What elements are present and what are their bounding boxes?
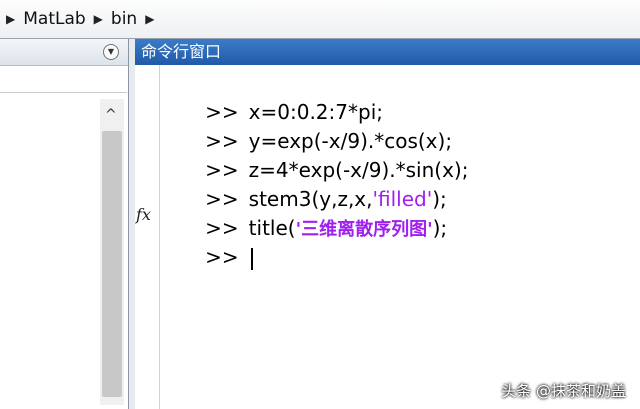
command-prompt: >> [205, 245, 239, 269]
command-prompt: >> [205, 129, 239, 153]
breadcrumb-item-bin[interactable]: bin [111, 9, 137, 29]
path-bar: ▶ MatLab ▶ bin ▶ [0, 0, 640, 39]
command-code: ); [432, 187, 447, 211]
command-window: 命令行窗口 fx >> x=0:0.2:7*pi; >> y=exp(-x/9).*… [135, 39, 640, 409]
command-prompt: >> [205, 216, 239, 240]
scrollbar[interactable]: ^ [100, 99, 124, 405]
scrollbar-thumb[interactable] [102, 131, 122, 397]
current-folder-panel: ▼ ^ [0, 39, 129, 409]
panel-options-icon[interactable]: ▼ [103, 44, 119, 60]
breadcrumb-arrow-icon[interactable]: ▶ [145, 12, 154, 26]
command-window-title: 命令行窗口 [135, 39, 640, 65]
command-string: '三维离散序列图' [295, 219, 433, 240]
command-prompt: >> [205, 100, 239, 124]
command-prompt: >> [205, 187, 239, 211]
command-line: >> x=0:0.2:7*pi; [167, 69, 468, 124]
command-string: 'filled' [372, 187, 433, 211]
command-code: ); [432, 216, 448, 240]
command-code: z=4*exp(-x/9).*sin(x); [248, 158, 469, 182]
command-code: stem3(y,z,x, [248, 187, 373, 211]
command-gutter: fx [135, 65, 159, 409]
fx-icon[interactable]: fx [136, 205, 151, 224]
list-item[interactable] [0, 66, 127, 93]
scroll-up-icon[interactable]: ^ [105, 107, 117, 123]
command-history[interactable]: >> x=0:0.2:7*pi; >> y=exp(-x/9).*cos(x); >… [167, 69, 469, 270]
watermark: 头条 @抹茶和奶盖 [501, 382, 626, 400]
command-code: y=exp(-x/9).*cos(x); [248, 129, 453, 153]
command-prompt: >> [205, 158, 239, 182]
command-code: x=0:0.2:7*pi; [248, 100, 383, 124]
gutter-divider [159, 65, 160, 409]
breadcrumb-arrow-icon[interactable]: ▶ [94, 12, 103, 26]
command-code: title( [248, 216, 296, 240]
breadcrumb-arrow-icon[interactable]: ▶ [6, 12, 15, 26]
text-cursor [250, 247, 253, 270]
breadcrumb-item-matlab[interactable]: MatLab [23, 9, 85, 29]
panel-header: ▼ [0, 39, 128, 66]
